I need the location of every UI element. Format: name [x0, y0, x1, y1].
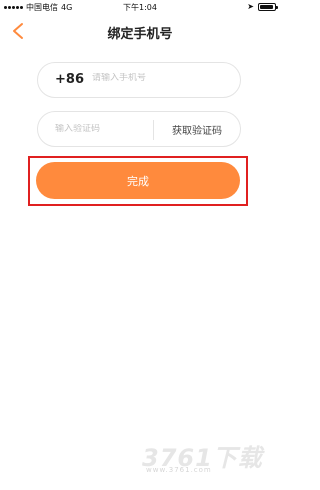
location-arrow-icon: ➤ [247, 2, 254, 11]
header: 绑定手机号 [0, 14, 280, 48]
status-bar-right: ➤ [247, 2, 278, 11]
watermark: 3761下载 www.3761.com [142, 438, 278, 486]
get-code-button[interactable]: 获取验证码 [154, 112, 240, 146]
phone-input[interactable] [92, 73, 222, 83]
status-time: 下午1:04 [123, 3, 157, 12]
battery-level [260, 4, 273, 9]
watermark-url: www.3761.com [146, 466, 212, 474]
battery-icon [258, 2, 278, 11]
status-bar: 中国电信 4G 下午1:04 ➤ [0, 0, 280, 14]
submit-button[interactable]: 完成 [36, 162, 240, 199]
verification-code-input[interactable] [55, 124, 145, 134]
verification-code-field: 获取验证码 [37, 111, 241, 147]
page-title: 绑定手机号 [107, 27, 173, 42]
country-code[interactable]: +86 [55, 72, 84, 87]
phone-field: +86 [37, 62, 241, 98]
